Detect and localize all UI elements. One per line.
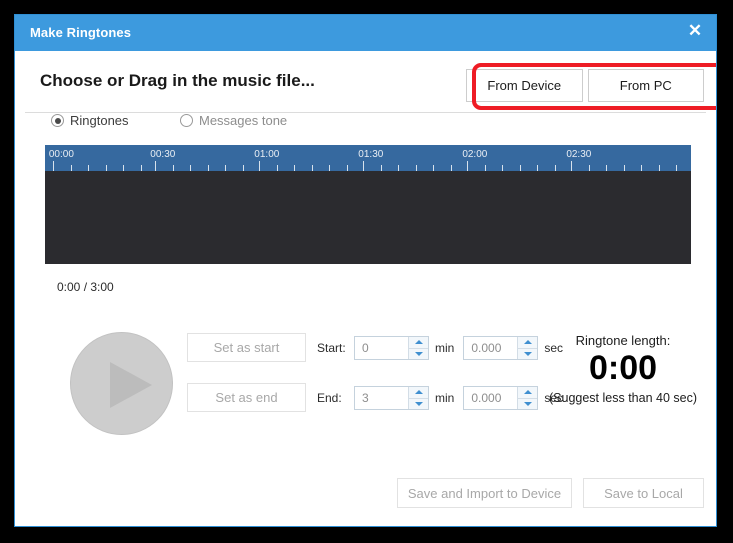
- end-seconds-increment-icon[interactable]: [518, 387, 538, 398]
- radio-ringtones-label: Ringtones: [70, 113, 129, 128]
- make-ringtones-window: Make Ringtones ✕ Choose or Drag in the m…: [14, 14, 717, 527]
- start-minutes-input[interactable]: [355, 337, 408, 359]
- timeline-ruler[interactable]: 00:00 00:30 01:00 01:30 02:00 02:30: [45, 145, 691, 171]
- set-as-end-button[interactable]: Set as end: [187, 383, 306, 412]
- ruler-major-tick: [258, 161, 260, 171]
- ruler-major-tick: [362, 161, 364, 171]
- ringtone-length-block: Ringtone length: 0:00 (Suggest less than…: [540, 333, 706, 405]
- ruler-major-tick: [154, 161, 156, 171]
- end-seconds-input[interactable]: [464, 387, 518, 409]
- start-minutes-arrows: [408, 337, 428, 359]
- end-seconds-arrows: [517, 387, 538, 409]
- end-seconds-decrement-icon[interactable]: [518, 397, 538, 409]
- start-minutes-increment-icon[interactable]: [409, 337, 428, 348]
- window-title: Make Ringtones: [30, 25, 132, 40]
- start-seconds-decrement-icon[interactable]: [518, 347, 538, 359]
- title-bar: Make Ringtones ✕: [15, 15, 716, 51]
- ruler-major-tick: [570, 161, 572, 171]
- waveform-canvas[interactable]: [45, 171, 691, 264]
- end-min-unit: min: [435, 391, 455, 405]
- header: Choose or Drag in the music file... From…: [15, 51, 716, 113]
- waveform-panel[interactable]: 00:00 00:30 01:00 01:30 02:00 02:30: [45, 145, 691, 264]
- close-icon[interactable]: ✕: [680, 17, 710, 45]
- time-readout: 0:00 / 3:00: [57, 280, 114, 294]
- ringtone-length-caption: Ringtone length:: [575, 333, 671, 348]
- source-button-group: From Device From PC: [466, 69, 704, 102]
- radio-messages-tone[interactable]: Messages tone: [180, 113, 287, 128]
- ruler-label: 00:00: [48, 149, 74, 160]
- start-label: Start:: [317, 341, 346, 355]
- start-minutes-decrement-icon[interactable]: [409, 347, 428, 359]
- from-pc-button[interactable]: From PC: [587, 69, 704, 102]
- play-button[interactable]: [70, 332, 173, 435]
- ruler-label: 02:00: [462, 149, 488, 160]
- ruler-label: 00:30: [150, 149, 176, 160]
- save-to-local-button[interactable]: Save to Local: [583, 478, 704, 508]
- start-minutes-stepper[interactable]: [354, 336, 429, 360]
- start-seconds-stepper[interactable]: [463, 336, 539, 360]
- end-seconds-stepper[interactable]: [463, 386, 539, 410]
- end-label: End:: [317, 391, 342, 405]
- start-min-unit: min: [435, 341, 455, 355]
- radio-selected-icon: [51, 114, 64, 127]
- end-minutes-increment-icon[interactable]: [409, 387, 428, 398]
- end-minutes-arrows: [408, 387, 428, 409]
- ringtone-length-value: 0:00: [588, 349, 658, 387]
- end-minutes-input[interactable]: [355, 387, 408, 409]
- end-time-row: End: min sec: [317, 385, 563, 411]
- radio-unselected-icon: [180, 114, 193, 127]
- start-seconds-input[interactable]: [464, 337, 518, 359]
- set-as-start-button[interactable]: Set as start: [187, 333, 306, 362]
- ruler-major-tick: [52, 161, 54, 171]
- play-icon: [110, 362, 152, 408]
- start-seconds-arrows: [517, 337, 538, 359]
- ruler-label: 01:30: [358, 149, 384, 160]
- ringtone-length-hint: (Suggest less than 40 sec): [549, 391, 697, 406]
- end-minutes-decrement-icon[interactable]: [409, 397, 428, 409]
- end-minutes-stepper[interactable]: [354, 386, 429, 410]
- radio-messages-tone-label: Messages tone: [199, 113, 288, 128]
- ruler-label: 02:30: [566, 149, 592, 160]
- save-and-import-to-device-button[interactable]: Save and Import to Device: [397, 478, 572, 508]
- radio-ringtones[interactable]: Ringtones: [51, 113, 129, 128]
- from-device-button[interactable]: From Device: [466, 69, 583, 102]
- start-time-row: Start: min sec: [317, 335, 563, 361]
- start-seconds-increment-icon[interactable]: [518, 337, 538, 348]
- ruler-label: 01:00: [254, 149, 280, 160]
- page-title: Choose or Drag in the music file...: [40, 71, 315, 90]
- ruler-major-tick: [466, 161, 468, 171]
